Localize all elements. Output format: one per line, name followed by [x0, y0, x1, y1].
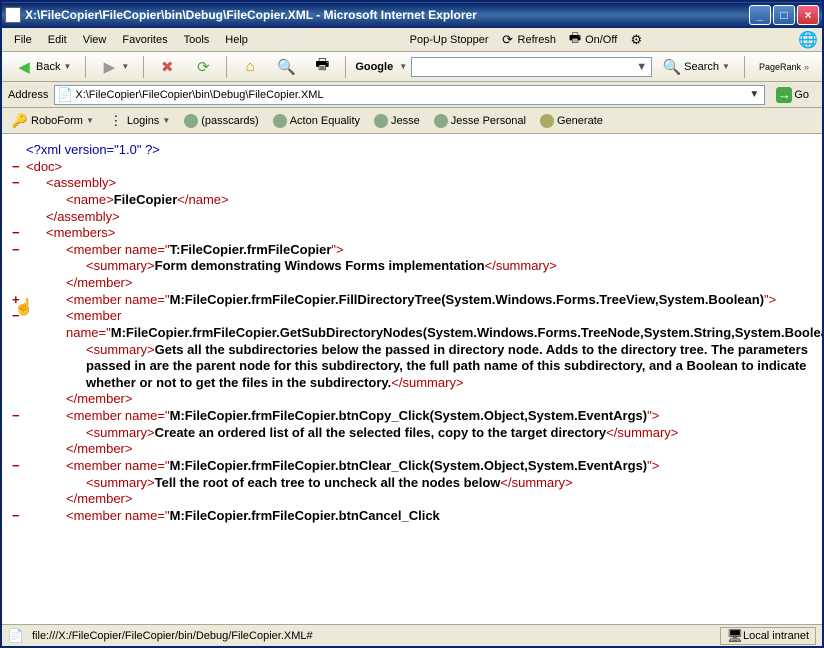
xml-viewer[interactable]: <?xml version="1.0" ?> −<doc> −<assembly…	[2, 134, 822, 624]
collapse-toggle[interactable]: −	[12, 242, 20, 259]
address-input[interactable]	[73, 88, 746, 102]
google-label: Google	[353, 61, 395, 73]
stop-icon: ✖	[158, 58, 176, 76]
jesse-personal-button[interactable]: Jesse Personal	[430, 112, 530, 130]
roboform-toolbar: 🔑RoboForm▼ ⋮Logins▼ (passcards) Acton Eq…	[2, 108, 822, 134]
home-button[interactable]: ⌂	[234, 54, 266, 80]
popup-stopper-link[interactable]: Pop-Up Stopper	[406, 32, 493, 48]
go-button[interactable]: →Go	[769, 84, 816, 106]
search-tool-button[interactable]: 🔍	[270, 54, 302, 80]
menu-edit[interactable]: Edit	[40, 31, 75, 49]
collapse-toggle[interactable]: −	[12, 175, 20, 192]
person-icon	[273, 114, 287, 128]
person-icon	[434, 114, 448, 128]
status-url: file:///X:/FileCopier/FileCopier/bin/Deb…	[32, 630, 712, 642]
go-arrow-icon: →	[776, 87, 792, 103]
menu-view[interactable]: View	[75, 31, 115, 49]
page-icon: 📄	[8, 628, 24, 644]
forward-button[interactable]: ▶▼	[93, 54, 136, 80]
intranet-icon: 🖥	[727, 628, 743, 644]
google-dropdown[interactable]: ▼	[632, 58, 651, 76]
window-title: X:\FileCopier\FileCopier\bin\Debug\FileC…	[25, 8, 749, 22]
search-icon: 🔍	[277, 58, 295, 76]
search-icon: 🔍	[663, 58, 681, 76]
address-bar: Address 📄 ▼ →Go	[2, 82, 822, 108]
google-search-input[interactable]	[412, 58, 632, 76]
collapse-toggle[interactable]: −	[12, 508, 20, 525]
ie-window: X:\FileCopier\FileCopier\bin\Debug\FileC…	[0, 0, 824, 648]
ie-throbber-icon: 🌐	[798, 30, 818, 50]
menu-help[interactable]: Help	[217, 31, 256, 49]
refresh-link[interactable]: ⟳Refresh	[496, 30, 561, 50]
jesse-button[interactable]: Jesse	[370, 112, 424, 130]
menu-favorites[interactable]: Favorites	[114, 31, 175, 49]
logins-icon: ⋮	[108, 113, 124, 129]
minimize-button[interactable]: _	[749, 5, 771, 25]
home-icon: ⌂	[241, 58, 259, 76]
stop-button[interactable]: ✖	[151, 54, 183, 80]
content-area: <?xml version="1.0" ?> −<doc> −<assembly…	[2, 134, 822, 624]
onoff-link[interactable]: 🖶On/Off	[563, 30, 621, 50]
print-icon: 🖶	[313, 58, 331, 76]
address-dropdown[interactable]: ▼	[746, 89, 762, 100]
back-arrow-icon: ◀	[15, 58, 33, 76]
refresh-button[interactable]: ⟳	[187, 54, 219, 80]
xml-file-icon: 📄	[57, 87, 73, 103]
passcard-icon	[184, 114, 198, 128]
address-label: Address	[8, 89, 48, 101]
generate-button[interactable]: Generate	[536, 112, 607, 130]
menu-tools[interactable]: Tools	[176, 31, 218, 49]
settings-icon[interactable]: ⚙	[624, 30, 648, 50]
expand-toggle[interactable]: +☝	[12, 292, 20, 309]
collapse-toggle[interactable]: −	[12, 159, 20, 176]
google-search-box: ▼	[411, 57, 652, 77]
roboform-button[interactable]: 🔑RoboForm▼	[8, 111, 98, 131]
back-button[interactable]: ◀Back▼	[8, 54, 78, 80]
collapse-toggle[interactable]: −	[12, 308, 20, 325]
logins-button[interactable]: ⋮Logins▼	[104, 111, 174, 131]
nav-toolbar: ◀Back▼ ▶▼ ✖ ⟳ ⌂ 🔍 🖶 Google ▼ ▼ 🔍Search▼ …	[2, 52, 822, 82]
refresh-icon: ⟳	[500, 32, 516, 48]
roboform-icon: 🔑	[12, 113, 28, 129]
google-search-button[interactable]: 🔍Search▼	[656, 54, 737, 80]
forward-arrow-icon: ▶	[100, 58, 118, 76]
pagerank-button[interactable]: PageRank»	[752, 58, 816, 76]
printer-icon: 🖶	[567, 32, 583, 48]
menubar: File Edit View Favorites Tools Help Pop-…	[2, 28, 822, 52]
status-bar: 📄 file:///X:/FileCopier/FileCopier/bin/D…	[2, 624, 822, 646]
refresh-icon: ⟳	[194, 58, 212, 76]
collapse-toggle[interactable]: −	[12, 225, 20, 242]
person-icon	[374, 114, 388, 128]
close-button[interactable]: ×	[797, 5, 819, 25]
titlebar: X:\FileCopier\FileCopier\bin\Debug\FileC…	[2, 2, 822, 28]
passcards-button[interactable]: (passcards)	[180, 112, 262, 130]
status-zone: 🖥Local intranet	[720, 627, 816, 645]
print-button[interactable]: 🖶	[306, 54, 338, 80]
collapse-toggle[interactable]: −	[12, 458, 20, 475]
xml-pi: <?xml version="1.0" ?>	[26, 142, 160, 157]
collapse-toggle[interactable]: −	[12, 408, 20, 425]
generate-icon	[540, 114, 554, 128]
maximize-button[interactable]: □	[773, 5, 795, 25]
acton-button[interactable]: Acton Equality	[269, 112, 364, 130]
app-icon	[5, 7, 21, 23]
menu-file[interactable]: File	[6, 31, 40, 49]
